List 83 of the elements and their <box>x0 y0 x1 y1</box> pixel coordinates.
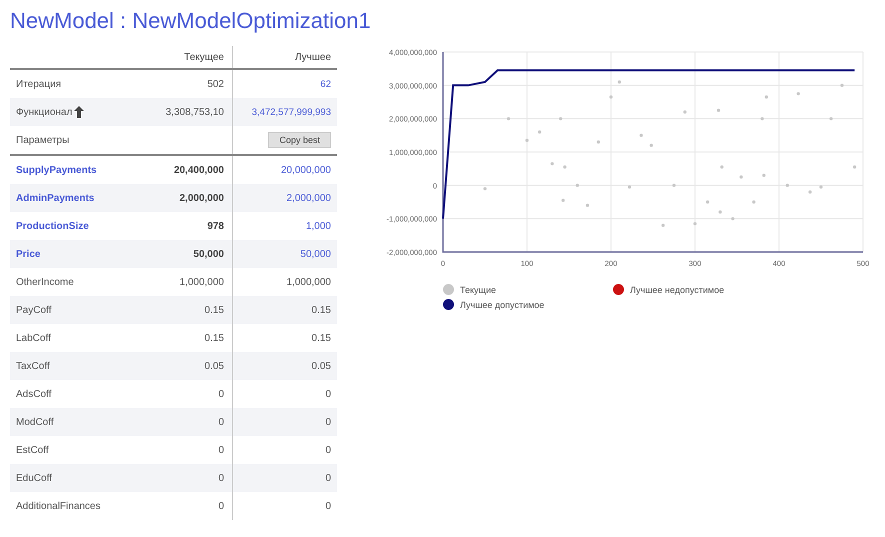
table-cell-text: 2,000,000 <box>178 192 225 204</box>
data-point <box>752 200 756 204</box>
data-point <box>808 190 812 194</box>
data-point <box>829 117 833 120</box>
data-point <box>706 200 710 204</box>
data-point <box>716 108 720 112</box>
legend-label: Лучшее допустимое <box>460 300 544 310</box>
section-label: Параметры <box>15 134 70 146</box>
table-cell-text: 0 <box>217 500 225 512</box>
table-cell-text: 978 <box>206 220 225 232</box>
data-point <box>563 165 566 169</box>
table-cell-text: 0 <box>217 416 225 428</box>
data-point <box>618 80 621 84</box>
copy-best-button[interactable]: Copy best <box>268 132 331 148</box>
data-point <box>550 162 554 166</box>
parameter-name[interactable]: SupplyPayments <box>10 164 146 176</box>
data-point <box>840 84 844 87</box>
table-cell: 0.05 <box>232 352 337 380</box>
data-point <box>740 175 743 179</box>
parameter-name[interactable]: EstCoff <box>10 444 146 456</box>
column-header: Текущее <box>183 52 225 62</box>
parameter-name[interactable]: EduCoff <box>10 472 146 484</box>
column-header: Лучшее <box>232 46 337 68</box>
table-cell: 0 <box>232 464 337 492</box>
data-point <box>506 117 510 120</box>
data-point <box>683 110 687 114</box>
parameter-name[interactable]: ModCoff <box>10 416 146 428</box>
table-cell: 0 <box>232 408 337 436</box>
data-point <box>796 92 800 96</box>
row-label: Итерация <box>16 78 62 90</box>
table-cell-text: 0 <box>217 444 225 456</box>
data-point <box>562 198 565 202</box>
data-point <box>538 130 542 134</box>
data-point <box>661 224 665 227</box>
data-point <box>586 204 590 207</box>
data-point <box>819 185 823 189</box>
table-cell-text: 502 <box>206 78 225 90</box>
table-cell-text: 1,000,000 <box>178 276 225 288</box>
legend-label: Лучшее недопустимое <box>630 284 724 294</box>
data-point <box>628 185 632 189</box>
legend-label: Текущие <box>460 284 496 294</box>
data-point <box>525 138 529 142</box>
data-point <box>693 222 697 226</box>
table-cell-text: 0 <box>217 472 225 484</box>
data-point <box>762 174 766 177</box>
data-point <box>853 165 856 169</box>
parameter-name[interactable]: AdsCoff <box>10 388 146 400</box>
table-cell: 2,000,000 <box>232 184 337 212</box>
parameter-name[interactable]: AdminPayments <box>10 192 146 204</box>
data-point <box>650 144 653 147</box>
table-cell-text: 0.05 <box>204 360 225 372</box>
data-point <box>720 165 724 169</box>
parameter-name[interactable]: OtherIncome <box>10 276 146 288</box>
data-point <box>764 95 768 99</box>
table-cell-text: 50,000 <box>192 248 225 260</box>
parameter-name[interactable]: PayCoff <box>10 304 146 316</box>
table-cell: 0.15 <box>232 296 337 324</box>
table-cell: 50,000 <box>232 240 337 268</box>
table-cell-text: 3,308,753,10 <box>164 106 225 118</box>
data-point <box>559 117 562 120</box>
table-cell: 3,472,577,999,993 <box>232 98 337 126</box>
table-cell: 0 <box>232 492 337 520</box>
row-label: Функционал <box>16 106 72 118</box>
page-title: NewModel : NewModelOptimization1 <box>10 8 372 34</box>
data-point <box>672 184 676 187</box>
data-point <box>640 134 643 137</box>
data-point <box>609 95 613 99</box>
parameter-name[interactable]: LabCoff <box>10 332 146 344</box>
data-point <box>596 140 600 144</box>
up-arrow-icon[interactable] <box>74 106 84 118</box>
parameter-name[interactable]: AdditionalFinances <box>10 500 146 512</box>
table-cell-text: 20,400,000 <box>172 164 225 176</box>
data-point <box>786 184 789 187</box>
table-cell-text: 0.15 <box>204 304 225 316</box>
data-point <box>718 210 722 214</box>
data-point <box>760 117 764 120</box>
table-cell-text: 0 <box>217 388 225 400</box>
parameter-name[interactable]: Price <box>10 248 146 260</box>
data-point <box>576 184 579 187</box>
parameter-name[interactable]: TaxCoff <box>10 360 146 372</box>
table-cell-text: 0.15 <box>204 332 225 344</box>
parameter-name[interactable]: ProductionSize <box>10 220 146 232</box>
data-point <box>731 217 734 220</box>
